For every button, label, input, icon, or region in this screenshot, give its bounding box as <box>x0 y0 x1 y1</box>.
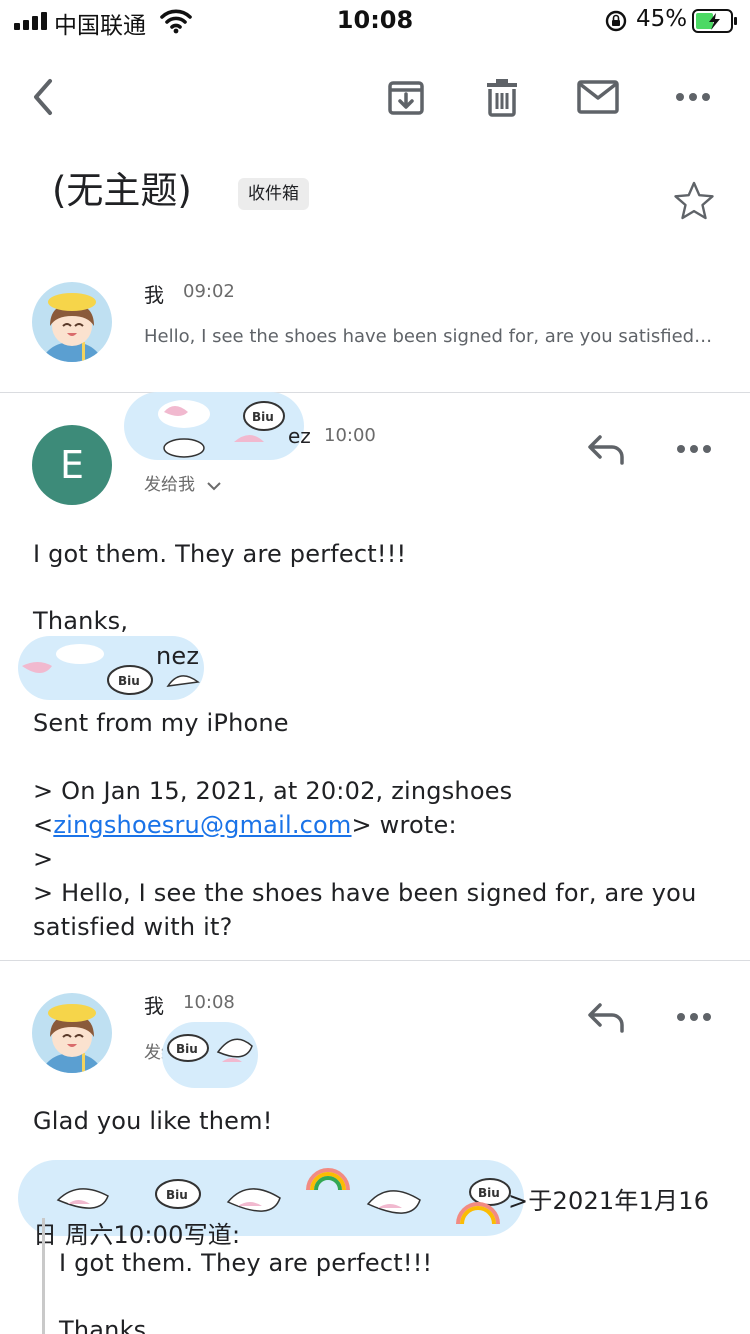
message-more-button[interactable] <box>672 427 716 471</box>
archive-button[interactable] <box>383 74 429 120</box>
trash-icon <box>487 79 517 117</box>
sender-name: 我 <box>144 283 164 307</box>
svg-text:Biu: Biu <box>166 1188 188 1202</box>
sender-name: ez <box>288 424 311 448</box>
avatar <box>32 282 112 362</box>
avatar: E <box>32 425 112 505</box>
avatar <box>32 993 112 1073</box>
body-text-line: Thanks, <box>33 607 129 635</box>
body-text-line: >于2021年1月16 <box>508 1187 710 1215</box>
svg-text:Biu: Biu <box>252 410 274 424</box>
body-text-line: > On Jan 15, 2021, at 20:02, zingshoes <box>33 777 513 805</box>
star-outline-icon[interactable] <box>673 180 715 222</box>
more-horizontal-icon <box>676 93 710 101</box>
message-time: 09:02 <box>183 281 235 302</box>
quoted-text-line: I got them. They are perfect!!! <box>59 1249 433 1277</box>
reply-icon <box>588 435 624 465</box>
reply-icon <box>588 1003 624 1033</box>
mail-icon <box>577 80 619 114</box>
message-toolbar <box>0 56 750 136</box>
redacted-sticker: Biu <box>162 1022 258 1088</box>
quoted-text-line: Thanks, <box>59 1316 155 1334</box>
body-text-line: <zingshoesru@gmail.com> wrote: <box>33 811 457 839</box>
body-text-line: > <box>33 845 54 873</box>
body-text-line: nez <box>156 642 200 670</box>
body-text-line: Glad you like them! <box>33 1107 273 1135</box>
body-text-line: satisfied with it? <box>33 913 233 941</box>
svg-text:Biu: Biu <box>118 674 140 688</box>
text-fragment: < <box>33 811 54 839</box>
body-text-line: 日 周六10:00写道: <box>33 1221 241 1249</box>
sender-name: 我 <box>144 994 164 1018</box>
folder-label-badge[interactable]: 收件箱 <box>238 178 309 210</box>
thread-subject: (无主题) <box>52 169 192 212</box>
more-horizontal-icon <box>677 1013 711 1021</box>
chevron-left-icon <box>34 79 52 115</box>
back-button[interactable] <box>20 74 66 120</box>
mark-unread-button[interactable] <box>575 74 621 120</box>
message-time: 10:00 <box>324 425 376 446</box>
divider <box>0 960 750 961</box>
reply-button[interactable] <box>584 427 628 471</box>
text-fragment: > wrote: <box>351 811 457 839</box>
reply-button[interactable] <box>584 995 628 1039</box>
recipient-label: 发给我 <box>144 475 195 495</box>
battery-icon <box>692 9 737 33</box>
body-text-line: I got them. They are perfect!!! <box>33 540 407 568</box>
email-link[interactable]: zingshoesru@gmail.com <box>53 811 351 839</box>
user-avatar-image <box>32 993 112 1073</box>
body-text-line: > Hello, I see the shoes have been signe… <box>33 879 697 907</box>
user-avatar-image <box>32 282 112 362</box>
chevron-down-icon <box>207 482 222 491</box>
message-more-button[interactable] <box>672 995 716 1039</box>
recipient-dropdown[interactable]: 发给我 <box>144 470 222 495</box>
body-text-line: Sent from my iPhone <box>33 709 289 737</box>
more-options-button[interactable] <box>670 74 716 120</box>
delete-button[interactable] <box>479 74 525 120</box>
status-bar: 中国联通 10:08 45% <box>0 0 750 44</box>
redacted-sticker: Biu <box>124 392 304 460</box>
more-horizontal-icon <box>677 445 711 453</box>
battery-percent: 45% <box>636 6 688 32</box>
divider <box>0 392 750 393</box>
svg-text:Biu: Biu <box>478 1186 500 1200</box>
quote-bar <box>42 1218 45 1334</box>
message-time: 10:08 <box>183 992 235 1013</box>
message-snippet: Hello, I see the shoes have been signed … <box>144 326 713 347</box>
rotation-lock-icon <box>605 10 627 32</box>
archive-icon <box>388 81 424 115</box>
svg-text:Biu: Biu <box>176 1042 198 1056</box>
